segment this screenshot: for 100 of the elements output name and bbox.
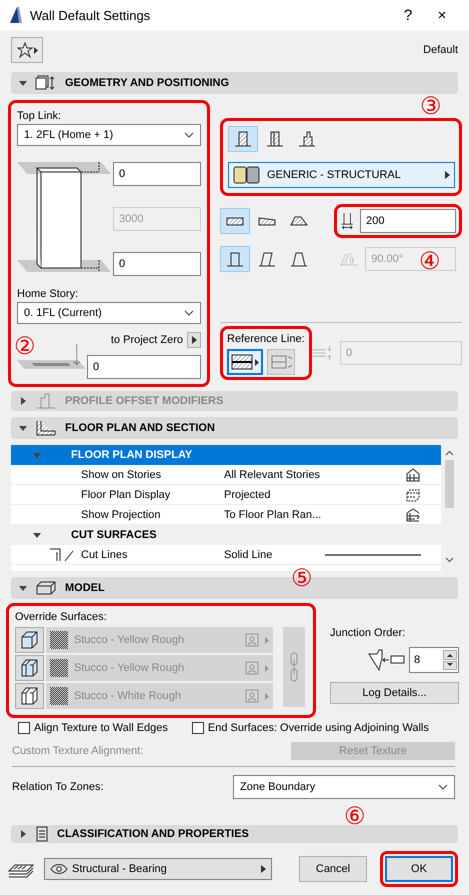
- field-label: Relation To Zones:: [12, 781, 104, 793]
- zones-dropdown[interactable]: Zone Boundary: [233, 775, 455, 799]
- down-arrow-icon: [447, 663, 453, 668]
- tree-group-row[interactable]: CUT SURFACES: [11, 525, 441, 545]
- texture-swatch-icon: [50, 659, 68, 677]
- stepped-wall-icon: [296, 129, 318, 149]
- field-label: Custom Texture Alignment:: [12, 745, 144, 757]
- box-icon: [35, 580, 57, 596]
- callout-number: ②: [14, 334, 36, 358]
- caret-right-icon: [444, 171, 450, 179]
- scroll-up-icon[interactable]: [445, 450, 454, 456]
- section-header[interactable]: CLASSIFICATION AND PROPERTIES: [11, 825, 458, 843]
- section-header[interactable]: FLOOR PLAN AND SECTION: [11, 417, 458, 439]
- top-link-dropdown[interactable]: 1. 2FL (Home + 1): [17, 124, 201, 146]
- log-details-button[interactable]: Log Details...: [330, 682, 459, 704]
- callout-number: ④: [419, 249, 441, 273]
- section-header[interactable]: GEOMETRY AND POSITIONING: [11, 72, 458, 94]
- project-zero-field[interactable]: 0: [87, 355, 201, 379]
- favorite-name: Default: [423, 44, 458, 56]
- thickness-icon: [340, 210, 354, 232]
- chevron-down-icon: [184, 310, 194, 316]
- expand-caret-icon[interactable]: [33, 531, 41, 539]
- section-title: CLASSIFICATION AND PROPERTIES: [57, 828, 249, 840]
- chevron-down-icon: [438, 784, 448, 790]
- property-value: All Relevant Stories: [224, 468, 320, 480]
- field-label: to Project Zero: [110, 334, 183, 346]
- property-value: To Floor Plan Ran...: [224, 508, 322, 520]
- layered-wall-icon: [264, 129, 286, 149]
- caret-right-icon: [265, 692, 269, 700]
- wall-block-icon: [18, 657, 40, 679]
- composite-dropdown[interactable]: GENERIC - STRUCTURAL: [228, 162, 455, 188]
- callout-number: ③: [420, 94, 442, 118]
- picture-icon: [245, 633, 259, 647]
- caret-right-icon: [265, 636, 269, 644]
- story-grid-icon: [405, 468, 421, 482]
- increment-button[interactable]: [443, 650, 457, 660]
- section-title: MODEL: [65, 582, 105, 594]
- field-label: Top Link:: [17, 109, 62, 124]
- flip-reference-button[interactable]: [267, 349, 295, 375]
- profile-icon: [35, 393, 57, 409]
- composite-layers-icon: [233, 166, 261, 184]
- reference-line-button[interactable]: [227, 349, 263, 375]
- top-offset-field[interactable]: 0: [113, 162, 201, 186]
- junction-order-spinner[interactable]: 8: [409, 647, 459, 673]
- home-story-dropdown[interactable]: 0. 1FL (Current): [17, 302, 201, 324]
- app-logo-icon: [10, 7, 22, 23]
- picture-icon: [245, 689, 259, 703]
- collapse-caret-icon[interactable]: [19, 830, 27, 838]
- section-title: GEOMETRY AND POSITIONING: [65, 77, 229, 89]
- close-button[interactable]: ×: [425, 6, 459, 24]
- field-label: Reference Line:: [227, 333, 305, 345]
- tree-group-row[interactable]: FLOOR PLAN DISPLAY: [11, 445, 441, 465]
- expand-caret-icon[interactable]: [19, 584, 27, 592]
- junction-order-icon: [367, 648, 407, 672]
- wall-section-button[interactable]: [228, 126, 258, 152]
- picture-icon: [245, 661, 259, 675]
- checkbox[interactable]: End Surfaces: Override using Adjoining Walls: [192, 722, 429, 734]
- favorites-button[interactable]: [11, 37, 43, 63]
- wall-section-icon: [232, 129, 254, 149]
- callout-number: ⑥: [344, 804, 366, 828]
- projection-lines-icon: [405, 508, 421, 522]
- expand-caret-icon[interactable]: [19, 79, 27, 87]
- caret-right-icon: [34, 46, 38, 54]
- property-value: Projected: [224, 488, 270, 500]
- cancel-button[interactable]: Cancel: [299, 856, 367, 882]
- decrement-button[interactable]: [443, 660, 457, 670]
- property-name: Show Projection: [81, 508, 162, 520]
- wall-block-icon: [18, 629, 40, 651]
- menu-arrow-button[interactable]: [187, 332, 201, 348]
- section-title: FLOOR PLAN AND SECTION: [65, 422, 215, 434]
- property-name: Show on Stories: [81, 468, 162, 480]
- caret-right-icon: [265, 664, 269, 672]
- help-button[interactable]: ?: [391, 6, 425, 24]
- property-value: Solid Line: [224, 548, 272, 560]
- vertical-profile-button[interactable]: [220, 246, 250, 272]
- expand-caret-icon[interactable]: [19, 424, 27, 432]
- geometry-icon: [35, 75, 57, 91]
- ok-button[interactable]: OK: [385, 856, 453, 882]
- caret-right-icon: [261, 865, 266, 873]
- texture-swatch-icon: [50, 631, 68, 649]
- solid-line-icon: [325, 552, 421, 556]
- scroll-down-icon[interactable]: [445, 557, 454, 563]
- thickness-field[interactable]: 200: [360, 209, 456, 233]
- scroll-thumb[interactable]: [445, 460, 454, 508]
- wall-centerline-icon: [231, 353, 253, 371]
- chain-link-icon: [289, 652, 299, 682]
- offset-icon: [312, 343, 334, 363]
- field-label: Override Surfaces:: [15, 611, 107, 623]
- layer-dropdown[interactable]: Structural - Bearing: [44, 858, 272, 880]
- straight-wall-button[interactable]: [220, 208, 250, 234]
- section-title: PROFILE OFFSET MODIFIERS: [65, 395, 224, 407]
- floor-plan-icon: [35, 420, 57, 436]
- projected-box-icon: [405, 488, 421, 502]
- texture-swatch-icon: [50, 687, 68, 705]
- flip-icon: [270, 353, 292, 371]
- star-icon: [16, 42, 32, 58]
- property-name: Cut Lines: [81, 548, 128, 560]
- up-arrow-icon: [447, 652, 453, 657]
- checkbox[interactable]: Align Texture to Wall Edges: [18, 722, 168, 734]
- bottom-offset-field[interactable]: 0: [113, 252, 201, 276]
